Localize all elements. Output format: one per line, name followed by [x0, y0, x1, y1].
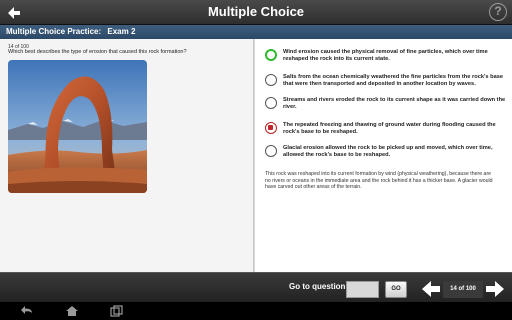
next-arrow-icon[interactable]	[484, 279, 506, 299]
app-title: Multiple Choice	[207, 4, 305, 19]
bottom-navigation-bar: Go to question: GO 14 of 100	[0, 272, 512, 302]
radio-correct-icon[interactable]	[265, 49, 277, 61]
exam-bar: Multiple Choice Practice: Exam 2	[0, 25, 512, 39]
previous-arrow-icon[interactable]	[420, 279, 442, 299]
answer-option-text: The repeated freezing and thawing of gro…	[283, 122, 496, 136]
radio-icon[interactable]	[265, 74, 277, 86]
answer-option-text: Streams and rivers eroded the rock to it…	[283, 97, 506, 111]
goto-label: Go to question:	[289, 282, 349, 291]
system-nav-bar	[0, 302, 512, 320]
answer-explanation: This rock was reshaped into its current …	[265, 171, 493, 191]
radio-wrong-icon[interactable]	[265, 122, 277, 134]
go-button[interactable]: GO	[385, 281, 407, 298]
system-home-icon[interactable]	[65, 305, 79, 317]
question-image	[8, 60, 147, 193]
exam-name: Exam 2	[107, 27, 136, 36]
content-area: 14 of 100 Which best describes the type …	[0, 39, 512, 272]
question-text: Which best describes the type of erosion…	[8, 49, 187, 55]
goto-question-input[interactable]	[346, 281, 379, 298]
answer-option-text: Salts from the ocean chemically weathere…	[283, 74, 504, 88]
exam-bar-label: Multiple Choice Practice:	[6, 27, 102, 36]
answer-option-text: Glacial erosion allowed the rock to be p…	[283, 145, 493, 159]
system-recent-apps-icon[interactable]	[110, 305, 124, 317]
question-pane: 14 of 100 Which best describes the type …	[0, 39, 253, 272]
help-icon[interactable]: ?	[489, 3, 507, 21]
radio-icon[interactable]	[265, 145, 277, 157]
page-indicator: 14 of 100	[443, 281, 483, 298]
answers-pane: Wind erosion caused the physical removal…	[255, 39, 512, 272]
radio-icon[interactable]	[265, 97, 277, 109]
title-bar: Multiple Choice ?	[0, 0, 512, 25]
answer-option-text: Wind erosion caused the physical removal…	[283, 49, 488, 63]
system-back-icon[interactable]	[20, 305, 34, 317]
